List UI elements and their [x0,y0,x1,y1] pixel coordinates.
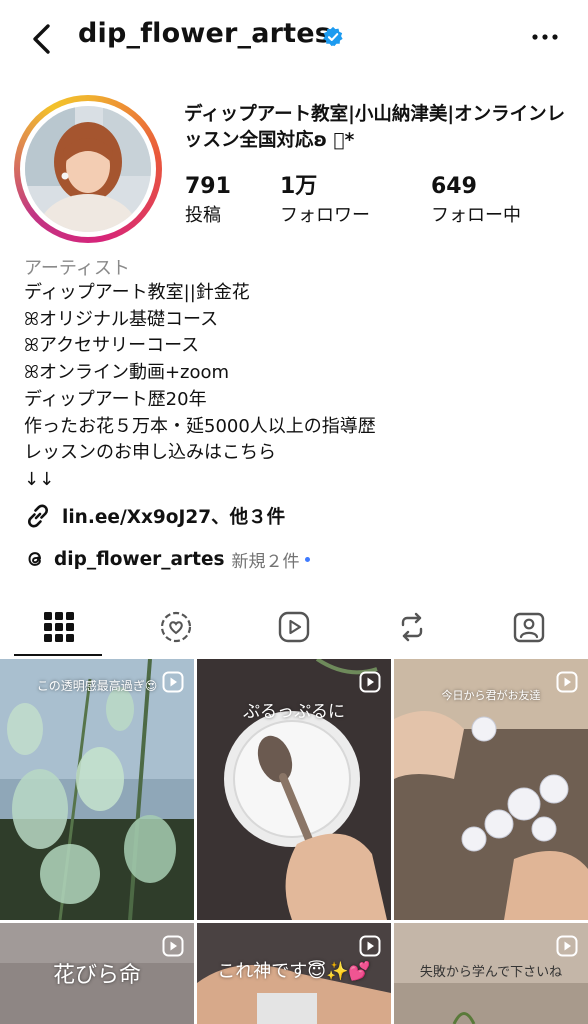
threads-username: dip_flower_artes [54,548,225,570]
back-arrow-icon[interactable] [28,22,58,56]
reels-icon [359,935,381,957]
stat-followers-label: フォロワー [280,205,370,226]
post-caption: 花びら命 [52,963,141,988]
post-tile[interactable]: これ神です😇✨💕 [197,923,391,1024]
profile-bio: ディップアート教室||針金花 ꕤオリジナル基礎コース ꕤアクセサリーコース ꕤオ… [24,280,376,494]
repost-icon [401,612,422,642]
reels-icon [162,671,184,693]
reels-icon [556,935,578,957]
threads-icon [28,552,42,566]
threads-new-count: 新規２件 [231,551,300,572]
profile-category: アーティスト [24,258,130,279]
avatar-story-ring[interactable] [14,95,162,243]
profile-display-name: ディップアート教室|小山納津美|オンラインレッスン全国対応ʚ ゚* [184,104,566,151]
stat-posts-value: 791 [185,174,231,199]
post-tile[interactable]: この透明感最高過ぎ😍 [0,659,194,920]
post-caption: ぷるっぷるに [243,702,345,722]
tab-tagged[interactable] [470,597,588,657]
posts-grid: この透明感最高過ぎ😍 ぷるっぷるに 今日から君がお友達 花びら命 これ神です😇✨… [0,659,588,1024]
threads-new-dot [304,556,310,562]
reels-icon [162,935,184,957]
link-icon [28,504,48,528]
bio-line: ꕤアクセサリーコース [24,335,200,357]
tab-reels[interactable] [235,597,353,657]
header-username: dip_flower_artes [78,18,332,49]
tab-posts-grid[interactable] [0,597,118,657]
stat-following-value: 649 [431,174,477,199]
avatar [25,106,151,232]
stat-posts-label: 投稿 [185,205,221,226]
profile-tabs [0,597,588,657]
post-tile[interactable]: 今日から君がお友達 [394,659,588,920]
stat-followers[interactable]: 1万 フォロワー [280,174,370,230]
post-tile[interactable]: 花びら命 [0,923,194,1024]
threads-badge[interactable]: dip_flower_artes 新規２件 [24,544,310,574]
bio-line: レッスンのお申し込みはこちら [24,442,276,464]
post-caption: 失敗から学んで下さいね [419,965,563,980]
bio-line: ꕤオリジナル基礎コース [24,308,219,330]
grid-icon [43,612,74,642]
post-tile[interactable]: ぷるっぷるに [197,659,391,920]
profile-header: dip_flower_artes [0,0,588,80]
post-tile[interactable]: 失敗から学んで下さいね [394,923,588,1024]
more-options-icon[interactable] [530,27,560,47]
reels-icon [359,671,381,693]
bio-line: ꕤオンライン動画+zoom [24,362,230,384]
bio-line: 作ったお花５万本・延5000人以上の指導歴 [24,415,376,437]
bio-line: ディップアート歴20年 [24,388,207,410]
post-caption: これ神です😇✨💕 [217,961,371,982]
stat-posts[interactable]: 791 投稿 [185,174,231,230]
profile-link-text: lin.ee/Xx9oJ27、他３件 [62,507,286,528]
stat-following[interactable]: 649 フォロー中 [431,174,521,230]
bio-line: ↓↓ [24,468,55,490]
profile-link[interactable]: lin.ee/Xx9oJ27、他３件 [24,501,285,531]
stat-followers-value: 1万 [280,174,318,199]
tab-highlights[interactable] [118,597,236,657]
tagged-icon [513,612,545,643]
tab-reposts[interactable] [353,597,471,657]
heart-circle-icon [161,611,192,643]
active-tab-indicator [14,654,102,656]
reels-icon [556,671,578,693]
stat-following-label: フォロー中 [431,205,521,226]
verified-badge-icon [323,26,343,47]
reels-icon [278,611,310,643]
bio-line: ディップアート教室||針金花 [24,282,250,303]
